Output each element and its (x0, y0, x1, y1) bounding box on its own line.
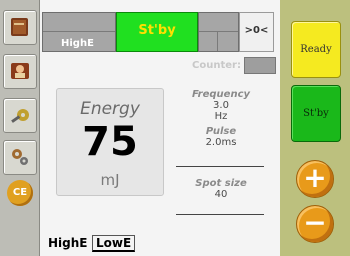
reset-label: >0< (244, 25, 269, 36)
plus-icon: + (303, 161, 327, 194)
divider (176, 166, 264, 167)
tab-highe[interactable]: HighE (48, 236, 88, 250)
energy-value: 75 (82, 119, 138, 165)
patient-button[interactable] (3, 54, 37, 89)
minus-icon: − (303, 206, 327, 239)
book-button[interactable] (3, 10, 37, 45)
mode-cell: HighE (42, 12, 116, 52)
pulse-label: Pulse (205, 126, 237, 137)
tools-button[interactable] (3, 98, 37, 133)
ready-button[interactable]: Ready (291, 21, 341, 78)
divider (43, 31, 115, 32)
energy-panel[interactable]: Energy 75 mJ (56, 88, 164, 196)
ce-label: CE (12, 187, 28, 198)
status-indicator-cell (198, 12, 239, 52)
status-bar: HighE St'by >0< (42, 12, 274, 52)
spot-size-param[interactable]: Spot size 40 (176, 178, 266, 200)
frequency-param[interactable]: Frequency 3.0 Hz (176, 89, 266, 122)
frequency-unit: Hz (214, 111, 228, 122)
pulse-value: 2.0ms (205, 137, 237, 148)
tab-lowe[interactable]: LowE (92, 235, 136, 252)
ready-label: Ready (300, 44, 332, 55)
decrease-button[interactable]: − (296, 205, 334, 243)
book-icon (11, 18, 28, 36)
standby-button[interactable]: St'by (291, 85, 341, 142)
frequency-value: 3.0 (213, 100, 229, 111)
ce-button[interactable]: CE (7, 180, 33, 206)
frequency-label: Frequency (191, 89, 251, 100)
settings-button[interactable] (3, 140, 37, 175)
pulse-param[interactable]: Pulse 2.0ms (176, 126, 266, 148)
person-icon (11, 63, 29, 79)
counter-label: Counter: (192, 60, 241, 71)
standby-label: St'by (303, 108, 329, 119)
divider (176, 214, 264, 215)
control-panel: Ready St'by + − (280, 0, 350, 256)
left-toolbar: CE (0, 0, 40, 256)
increase-button[interactable]: + (296, 160, 334, 198)
counter-value-box (244, 57, 276, 74)
settings-icon (12, 149, 28, 165)
spot-size-label: Spot size (195, 178, 247, 189)
tools-icon (11, 109, 29, 123)
energy-unit: mJ (100, 171, 120, 189)
state-label: St'by (138, 23, 176, 38)
energy-title: Energy (80, 99, 140, 119)
reset-counter-button[interactable]: >0< (239, 12, 274, 52)
divider (217, 31, 218, 51)
mode-label: HighE (61, 38, 94, 49)
state-cell: St'by (116, 12, 198, 52)
spot-size-value: 40 (214, 189, 228, 200)
divider (199, 31, 238, 32)
